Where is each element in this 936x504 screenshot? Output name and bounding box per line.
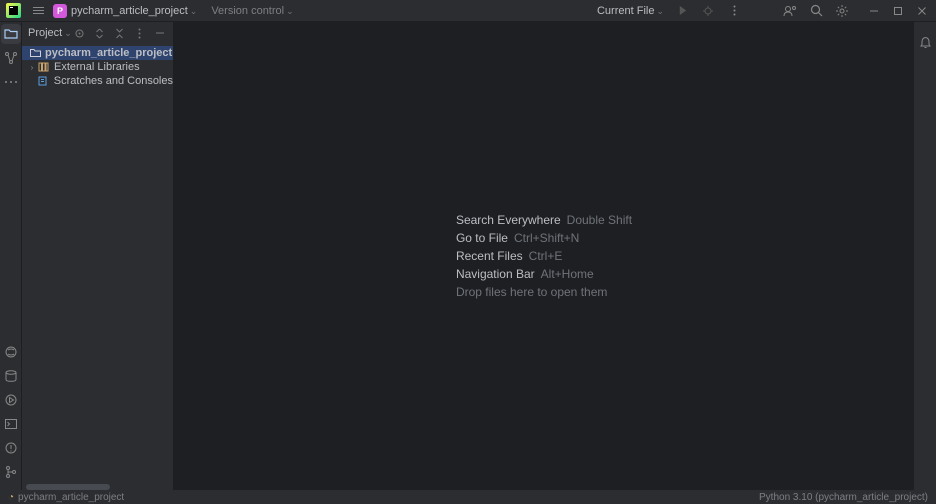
title-bar: P pycharm_article_project⌄ Version contr… [0, 0, 936, 22]
services-tool-icon[interactable] [1, 390, 21, 410]
tree-root-row[interactable]: pycharm_article_project C:\Users\P [22, 46, 173, 60]
debug-icon[interactable] [700, 3, 716, 19]
tree-root-name: pycharm_article_project [45, 47, 172, 59]
structure-tool-icon[interactable] [1, 48, 21, 68]
more-tools-icon[interactable] [1, 72, 21, 92]
problems-tool-icon[interactable] [1, 438, 21, 458]
hint-navigation-bar[interactable]: Navigation BarAlt+Home [456, 267, 632, 281]
select-opened-file-icon[interactable] [72, 25, 88, 41]
hint-drop-files: Drop files here to open them [456, 285, 632, 299]
project-badge: P [53, 4, 67, 18]
notifications-icon[interactable] [915, 32, 935, 52]
project-tool-icon[interactable] [1, 24, 21, 44]
left-tool-rail [0, 22, 22, 490]
panel-options-icon[interactable] [132, 25, 148, 41]
external-libraries-row[interactable]: › External Libraries [22, 60, 173, 74]
settings-icon[interactable] [834, 3, 850, 19]
project-name-dropdown[interactable]: pycharm_article_project⌄ [71, 5, 197, 17]
search-everywhere-icon[interactable] [808, 3, 824, 19]
right-tool-rail [914, 22, 936, 490]
status-interpreter[interactable]: Python 3.10 (pycharm_article_project) [759, 492, 928, 503]
close-window-icon[interactable] [914, 3, 930, 19]
terminal-tool-icon[interactable] [1, 414, 21, 434]
status-bar: ◔ pycharm_article_project Python 3.10 (p… [0, 490, 936, 504]
project-panel: Project⌄ pycharm_article_project C:\User… [22, 22, 174, 490]
more-icon[interactable] [726, 3, 742, 19]
hint-recent-files[interactable]: Recent FilesCtrl+E [456, 249, 632, 263]
expand-all-icon[interactable] [92, 25, 108, 41]
run-icon[interactable] [674, 3, 690, 19]
folder-icon [30, 48, 41, 58]
editor-welcome-hints: Search EverywhereDouble Shift Go to File… [456, 209, 632, 303]
pycharm-logo-icon [6, 3, 21, 18]
hide-panel-icon[interactable] [152, 25, 168, 41]
main-menu-icon[interactable] [31, 7, 45, 14]
python-console-tool-icon[interactable] [1, 366, 21, 386]
code-with-me-icon[interactable] [782, 3, 798, 19]
collapse-all-icon[interactable] [112, 25, 128, 41]
scratches-row[interactable]: Scratches and Consoles [22, 74, 173, 88]
project-tree: pycharm_article_project C:\Users\P › Ext… [22, 44, 173, 90]
library-icon [38, 62, 50, 72]
hint-search-everywhere[interactable]: Search EverywhereDouble Shift [456, 213, 632, 227]
editor-area[interactable]: Search EverywhereDouble Shift Go to File… [174, 22, 914, 490]
status-project-name[interactable]: pycharm_article_project [18, 492, 124, 503]
run-config-dropdown[interactable]: Current File⌄ [597, 5, 664, 17]
maximize-window-icon[interactable] [890, 3, 906, 19]
progress-indicator-icon[interactable]: ◔ [8, 492, 14, 503]
scratches-icon [38, 76, 50, 86]
version-control-tool-icon[interactable] [1, 462, 21, 482]
hint-goto-file[interactable]: Go to FileCtrl+Shift+N [456, 231, 632, 245]
version-control-dropdown[interactable]: Version control⌄ [211, 5, 293, 17]
project-panel-title[interactable]: Project [28, 27, 62, 39]
minimize-window-icon[interactable] [866, 3, 882, 19]
python-packages-tool-icon[interactable] [1, 342, 21, 362]
